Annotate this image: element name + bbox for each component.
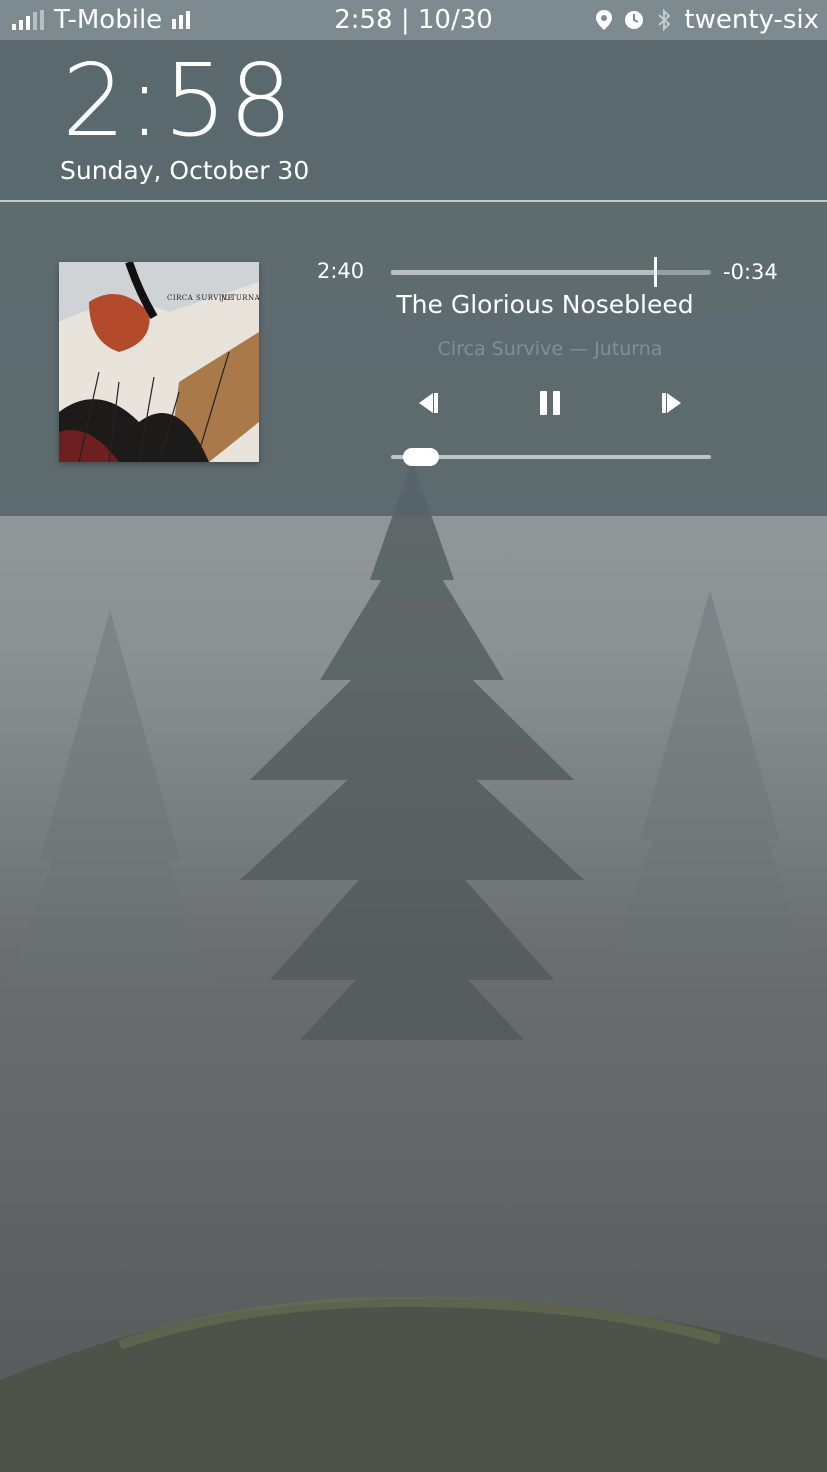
pause-icon bbox=[540, 391, 560, 415]
device-name: twenty-six bbox=[684, 5, 819, 35]
remaining-time: -0:34 bbox=[723, 260, 778, 284]
alarm-icon bbox=[624, 10, 644, 30]
next-icon bbox=[662, 393, 681, 413]
track-progress-fill bbox=[391, 270, 655, 275]
album-art-title: JUTURNA bbox=[221, 294, 259, 302]
clock-time: 2:58 bbox=[62, 42, 295, 159]
previous-track-button[interactable] bbox=[408, 387, 448, 419]
status-bar: T-Mobile 2:58 | 10/30 twenty-six bbox=[0, 0, 827, 40]
track-progress-bar[interactable] bbox=[391, 257, 711, 287]
bluetooth-icon bbox=[654, 9, 674, 31]
next-track-button[interactable] bbox=[652, 387, 692, 419]
elapsed-time: 2:40 bbox=[317, 259, 365, 283]
pause-button[interactable] bbox=[530, 387, 570, 419]
clock-date: Sunday, October 30 bbox=[60, 156, 310, 185]
artist-album: Circa Survive — Juturna bbox=[437, 338, 663, 360]
location-icon bbox=[594, 10, 614, 30]
song-title: The Glorious Nosebleed bbox=[396, 290, 694, 319]
media-player-panel: CIRCA SURVIVE JUTURNA 2:40 -0:34 The Glo… bbox=[0, 202, 827, 516]
volume-slider-handle[interactable] bbox=[403, 448, 440, 466]
track-progress-handle[interactable] bbox=[654, 257, 657, 287]
previous-icon bbox=[419, 393, 438, 413]
lockscreen-clock-panel: 2:58 Sunday, October 30 bbox=[0, 40, 827, 200]
album-art[interactable]: CIRCA SURVIVE JUTURNA bbox=[59, 262, 259, 462]
